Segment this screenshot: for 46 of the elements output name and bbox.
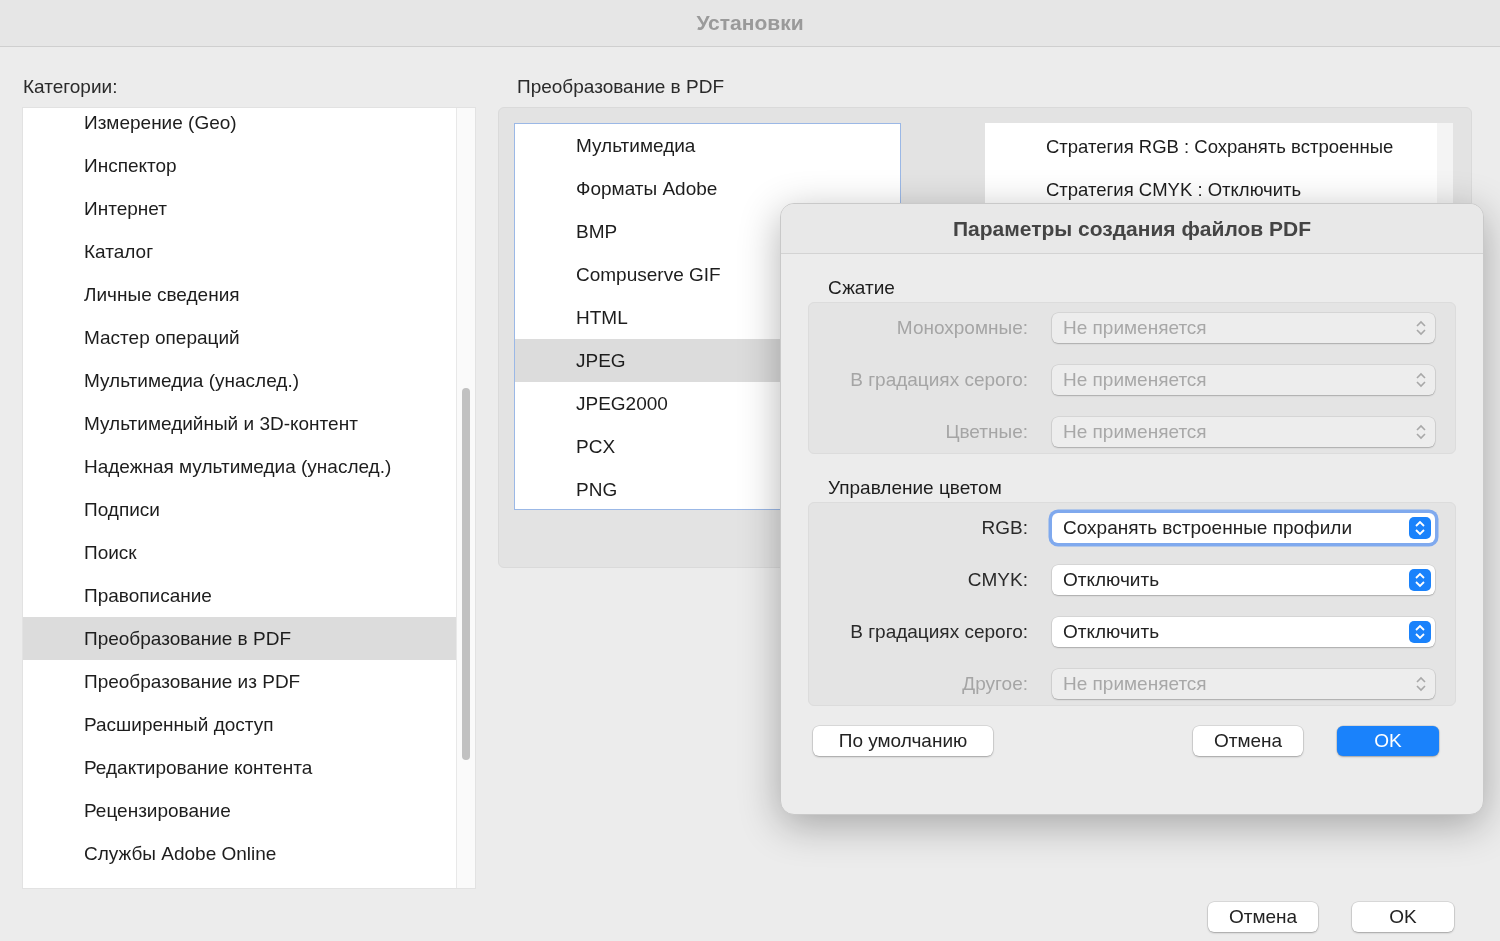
category-item[interactable]: Мультимедиа (унаслед.) [23,359,456,402]
category-item[interactable]: Преобразование из PDF [23,660,456,703]
category-item[interactable]: Личные сведения [23,273,456,316]
cancel-button[interactable]: Отмена [1208,902,1318,932]
category-item[interactable]: Инспектор [23,144,456,187]
chevron-icon [1409,569,1431,591]
category-item[interactable]: Поиск [23,531,456,574]
section-title: Преобразование в PDF [516,75,725,99]
popup-select[interactable]: Отключить [1052,565,1435,595]
chevron-icon [1409,621,1431,643]
ok-button[interactable]: OK [1352,902,1454,932]
dialog-title: Параметры создания файлов PDF [952,216,1312,241]
category-item[interactable]: Расширенный доступ [23,703,456,746]
popup-select[interactable]: Сохранять встроенные профили [1052,513,1435,543]
setting-text: Стратегия CMYK : Отключить [1045,177,1303,202]
categories-label: Категории: [22,75,119,99]
scrollbar-thumb[interactable] [462,388,470,760]
category-item[interactable]: Рецензирование [23,789,456,832]
group-title: Сжатие [827,276,896,300]
cancel-button[interactable]: Отмена [1193,726,1303,756]
field-label: Монохромные: [895,317,1028,339]
ok-button[interactable]: OK [1337,726,1439,756]
category-item[interactable]: Мультимедийный и 3D-контент [23,402,456,445]
setting-text: Стратегия RGB : Сохранять встроенные [1045,134,1395,159]
defaults-button[interactable]: По умолчанию [813,726,993,756]
category-item[interactable]: Надежная мультимедиа (унаслед.) [23,445,456,488]
field-label: Цветные: [944,421,1028,443]
field-label: CMYK: [966,569,1028,591]
popup-select[interactable]: Отключить [1052,617,1435,647]
category-item[interactable]: Редактирование контента [23,746,456,789]
field-label: RGB: [980,517,1028,539]
format-item[interactable]: Мультимедиа [515,124,900,167]
window-title: Установки [696,11,804,35]
field-label: Другое: [961,673,1028,695]
category-item[interactable]: Интернет [23,187,456,230]
format-item[interactable]: Форматы Adobe [515,167,900,210]
category-item[interactable]: Службы Adobe Online [23,832,456,875]
category-item[interactable]: Преобразование в PDF [23,617,456,660]
category-item[interactable]: Измерение (Geo) [23,108,456,144]
chevron-icon [1409,517,1431,539]
field-label: В градациях серого: [849,621,1028,643]
group-title: Управление цветом [827,476,1003,500]
category-item[interactable]: Подписи [23,488,456,531]
category-item[interactable]: Правописание [23,574,456,617]
category-item[interactable]: Каталог [23,230,456,273]
category-item[interactable]: Мастер операций [23,316,456,359]
